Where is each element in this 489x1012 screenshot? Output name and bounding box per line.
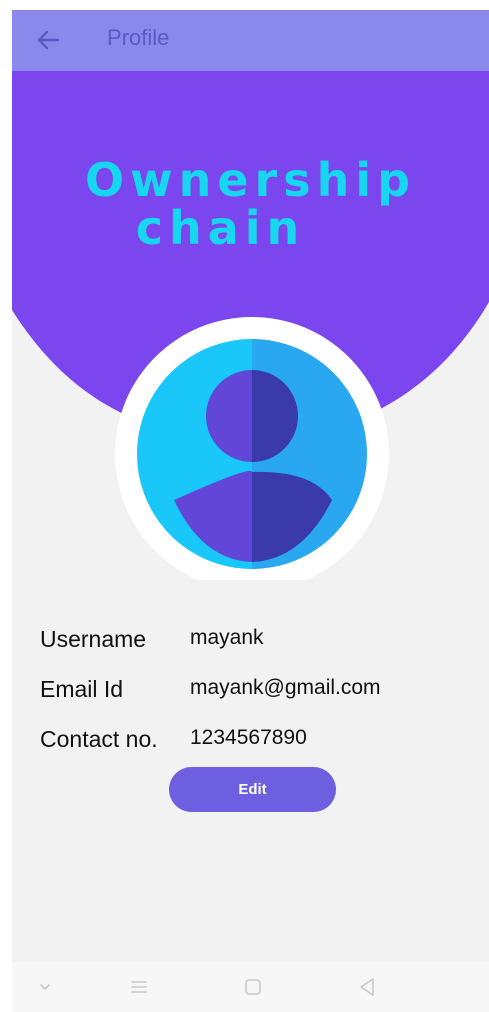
contact-value: 1234567890 <box>190 726 307 749</box>
contact-label: Contact no. <box>40 726 158 752</box>
arrow-left-icon[interactable] <box>30 22 66 58</box>
email-value: mayank@gmail.com <box>190 676 381 699</box>
page-title: Profile <box>107 25 170 50</box>
edit-button[interactable]: Edit <box>169 767 336 812</box>
logo-text-line2: chain <box>135 201 306 255</box>
username-value: mayank <box>190 626 264 649</box>
profile-screen: Profile Ownership chain Username mayank … <box>12 10 489 1012</box>
back-triangle-icon[interactable] <box>354 974 380 1000</box>
system-nav-bar <box>12 962 489 1012</box>
logo-text-line1: Ownership <box>84 153 417 207</box>
chevron-down-icon[interactable] <box>32 974 58 1000</box>
menu-icon[interactable] <box>126 974 152 1000</box>
username-label: Username <box>40 626 147 652</box>
email-label: Email Id <box>40 676 124 702</box>
app-bar: Profile <box>12 10 489 71</box>
home-square-icon[interactable] <box>240 974 266 1000</box>
